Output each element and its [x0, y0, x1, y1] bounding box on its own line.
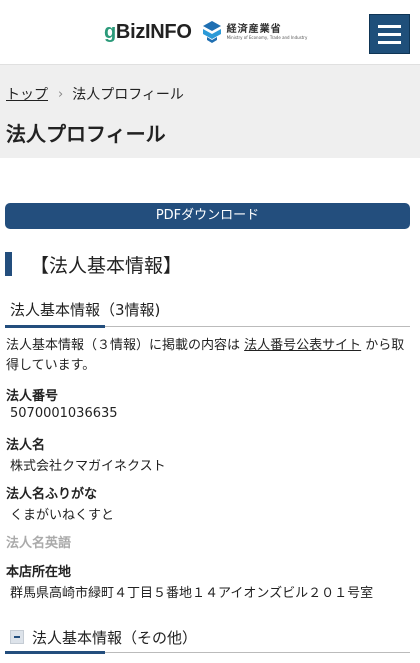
- subsection-title: 法人基本情報（3情報): [10, 301, 161, 319]
- section-heading: 【法人基本情報】: [5, 251, 182, 277]
- logo-main: BizINFO: [115, 20, 192, 43]
- breadcrumb: トップ › 法人プロフィール: [6, 84, 184, 104]
- site-logo[interactable]: gBizINFO 経済産業省 Ministry of Economy, Trad…: [104, 20, 307, 44]
- meti-logo: 経済産業省 Ministry of Economy, Trade and Ind…: [201, 20, 308, 44]
- pdf-download-button[interactable]: PDFダウンロード: [5, 203, 410, 229]
- field-value-corporate-name-kana: くまがいねくすと: [10, 508, 115, 523]
- source-description: 法人基本情報（３情報）に掲載の内容は 法人番号公表サイト から取得しています。: [6, 336, 412, 376]
- field-value-head-office-address: 群馬県高崎市緑町４丁目５番地１４アイオンズビル２０１号室: [10, 586, 374, 601]
- field-label-corporate-name-kana: 法人名ふりがな: [6, 487, 98, 502]
- meti-text: 経済産業省 Ministry of Economy, Trade and Ind…: [227, 24, 308, 41]
- subsection-other-title: 法人基本情報（その他）: [32, 628, 198, 647]
- collapse-toggle-icon[interactable]: [10, 630, 24, 644]
- page-title: 法人プロフィール: [6, 122, 166, 146]
- breadcrumb-home-link[interactable]: トップ: [6, 84, 48, 104]
- hamburger-menu-icon-line-2: [378, 33, 401, 36]
- field-value-corporate-number: 5070001036635: [10, 406, 118, 421]
- field-label-corporate-name: 法人名: [6, 438, 46, 453]
- hamburger-menu-icon-line-1: [378, 25, 401, 28]
- logo-prefix: g: [104, 20, 116, 43]
- subsection-heading: 法人基本情報（3情報): [5, 296, 410, 328]
- hamburger-menu-icon-line-3: [378, 41, 401, 44]
- hamburger-menu-button[interactable]: [369, 14, 410, 54]
- meti-en: Ministry of Economy, Trade and Industry: [226, 34, 308, 40]
- field-label-head-office-address: 本店所在地: [6, 565, 72, 580]
- breadcrumb-separator-icon: ›: [58, 86, 64, 102]
- field-value-corporate-name: 株式会社クマガイネクスト: [10, 459, 166, 474]
- section-title: 【法人基本情報】: [30, 254, 183, 277]
- description-text-before: 法人基本情報（３情報）に掲載の内容は: [6, 338, 245, 353]
- section-accent-bar: [5, 252, 12, 276]
- field-label-corporate-number: 法人番号: [6, 389, 59, 404]
- corporate-number-site-link[interactable]: 法人番号公表サイト: [244, 338, 361, 353]
- gbizinfo-logo: gBizINFO: [104, 21, 192, 44]
- site-header: gBizINFO 経済産業省 Ministry of Economy, Trad…: [0, 0, 420, 65]
- subsection-underline: [5, 325, 105, 328]
- field-label-corporate-name-english: 法人名英語: [6, 536, 72, 551]
- meti-emblem-icon: [202, 21, 221, 43]
- meti-jp: 経済産業省: [226, 23, 282, 35]
- breadcrumb-current: 法人プロフィール: [72, 87, 184, 103]
- subsection-other-underline: [5, 651, 105, 654]
- subsection-other-heading[interactable]: 法人基本情報（その他）: [5, 622, 410, 654]
